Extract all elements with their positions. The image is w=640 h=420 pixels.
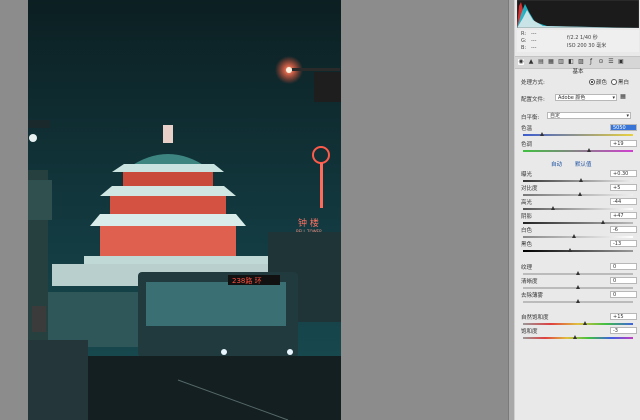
- texture-thumb[interactable]: [575, 271, 580, 275]
- auto-link[interactable]: 自动: [551, 160, 562, 168]
- saturation-slider[interactable]: [523, 335, 633, 339]
- temp-label: 色温: [521, 126, 533, 132]
- texture-slider[interactable]: [523, 271, 633, 275]
- dehaze-value[interactable]: 0: [610, 291, 637, 298]
- curve-icon[interactable]: ▤: [538, 59, 544, 65]
- presets-icon[interactable]: ☰: [608, 59, 614, 65]
- contrast-label: 对比度: [521, 186, 538, 192]
- hsl-icon[interactable]: ▥: [558, 59, 564, 65]
- clarity-thumb[interactable]: [575, 285, 580, 289]
- wb-value: 自定: [550, 113, 561, 119]
- app-window: 钟 楼 BELL TOWER 238路 环 R: --- G: --- B: -…: [0, 0, 640, 420]
- snapshots-icon[interactable]: ▣: [618, 59, 624, 65]
- color-radio[interactable]: [589, 79, 595, 85]
- fx-icon[interactable]: ƒ: [588, 59, 594, 65]
- calibration-icon[interactable]: ⊙: [598, 59, 604, 65]
- neon-sign: 钟 楼: [298, 217, 319, 229]
- tint-label: 色调: [521, 142, 533, 148]
- bus-led: 238路 环: [232, 276, 262, 285]
- dehaze-thumb[interactable]: [575, 299, 580, 303]
- wb-select[interactable]: 自定 ▾: [547, 112, 631, 119]
- shadows-slider[interactable]: [523, 220, 633, 224]
- whites-value[interactable]: -6: [610, 226, 637, 233]
- profile-value: Adobe 颜色: [558, 95, 586, 101]
- vibrance-thumb[interactable]: [583, 321, 588, 325]
- bw-radio-label: 黑白: [618, 80, 630, 86]
- whites-label: 白色: [521, 228, 533, 234]
- shadows-thumb[interactable]: [600, 220, 605, 224]
- b-value: ---: [531, 45, 537, 51]
- detail-icon[interactable]: ▦: [548, 59, 554, 65]
- vibrance-label: 自然饱和度: [521, 315, 549, 321]
- vibrance-value[interactable]: +15: [610, 313, 637, 320]
- highlights-value[interactable]: -44: [610, 198, 637, 205]
- dehaze-label: 去除薄雾: [521, 293, 544, 299]
- dehaze-slider[interactable]: [523, 299, 633, 303]
- saturation-label: 饱和度: [521, 329, 538, 335]
- temp-slider[interactable]: [523, 132, 633, 136]
- chevron-down-icon: ▾: [612, 95, 615, 101]
- tint-thumb[interactable]: [586, 148, 591, 152]
- temp-value[interactable]: 5050: [610, 124, 637, 131]
- blacks-value[interactable]: -13: [610, 240, 637, 247]
- bus: 238路 环: [138, 272, 298, 357]
- histogram: [517, 0, 639, 28]
- contrast-thumb[interactable]: [577, 192, 582, 196]
- wb-label: 白平衡:: [521, 115, 540, 121]
- tint-slider[interactable]: [523, 148, 633, 152]
- exposure-info: f/2.2 1/40 秒: [567, 35, 598, 41]
- blacks-label: 黑色: [521, 242, 533, 248]
- whites-thumb[interactable]: [572, 234, 577, 238]
- contrast-value[interactable]: +5: [610, 184, 637, 191]
- adjustment-panel: R: --- G: --- B: --- f/2.2 1/40 秒 ISO 20…: [514, 0, 640, 420]
- exposure-thumb[interactable]: [578, 178, 583, 182]
- lens-icon[interactable]: ▨: [578, 59, 584, 65]
- highlights-thumb[interactable]: [551, 206, 556, 210]
- treatment-label: 处理方式:: [521, 80, 545, 86]
- rgb-readout: R: --- G: --- B: --- f/2.2 1/40 秒 ISO 20…: [517, 30, 639, 52]
- iso-info: ISO 200 30 毫米: [567, 43, 607, 49]
- r-value: ---: [531, 31, 537, 37]
- bw-radio[interactable]: [611, 79, 617, 85]
- g-value: ---: [531, 38, 537, 44]
- blacks-thumb[interactable]: [567, 248, 572, 252]
- clarity-slider[interactable]: [523, 285, 633, 289]
- profile-label: 配置文件:: [521, 97, 545, 103]
- vibrance-slider[interactable]: [523, 321, 633, 325]
- exposure-value[interactable]: +0.30: [610, 170, 637, 177]
- highlights-label: 高光: [521, 200, 533, 206]
- chevron-down-icon: ▾: [626, 113, 629, 119]
- b-label: B:: [521, 45, 527, 51]
- shadows-label: 阴影: [521, 214, 533, 220]
- split-tone-icon[interactable]: ◧: [568, 59, 574, 65]
- tone-curve-icon[interactable]: ▲: [528, 59, 534, 65]
- default-link[interactable]: 默认值: [575, 160, 592, 168]
- contrast-slider[interactable]: [523, 192, 633, 196]
- clarity-label: 清晰度: [521, 279, 538, 285]
- image-canvas[interactable]: 钟 楼 BELL TOWER 238路 环: [0, 0, 510, 420]
- whites-slider[interactable]: [523, 234, 633, 238]
- saturation-thumb[interactable]: [573, 335, 578, 339]
- exposure-slider[interactable]: [523, 178, 633, 182]
- highlights-slider[interactable]: [523, 206, 633, 210]
- tint-value[interactable]: +19: [610, 140, 637, 147]
- color-radio-label: 颜色: [596, 80, 608, 86]
- basic-tab-icon[interactable]: ◉: [518, 59, 524, 65]
- profile-browser-icon[interactable]: ▦: [620, 94, 626, 100]
- texture-label: 纹理: [521, 265, 533, 271]
- profile-select[interactable]: Adobe 颜色 ▾: [555, 94, 617, 101]
- r-label: R:: [521, 31, 527, 37]
- section-title: 基本: [572, 69, 584, 75]
- texture-value[interactable]: 0: [610, 263, 637, 270]
- photo-preview: 钟 楼 BELL TOWER 238路 环: [28, 0, 341, 420]
- temp-thumb[interactable]: [540, 132, 545, 136]
- exposure-label: 曝光: [521, 172, 533, 178]
- saturation-value[interactable]: -3: [610, 327, 637, 334]
- clarity-value[interactable]: 0: [610, 277, 637, 284]
- g-label: G:: [521, 38, 527, 44]
- blacks-slider[interactable]: [523, 248, 633, 252]
- shadows-value[interactable]: +47: [610, 212, 637, 219]
